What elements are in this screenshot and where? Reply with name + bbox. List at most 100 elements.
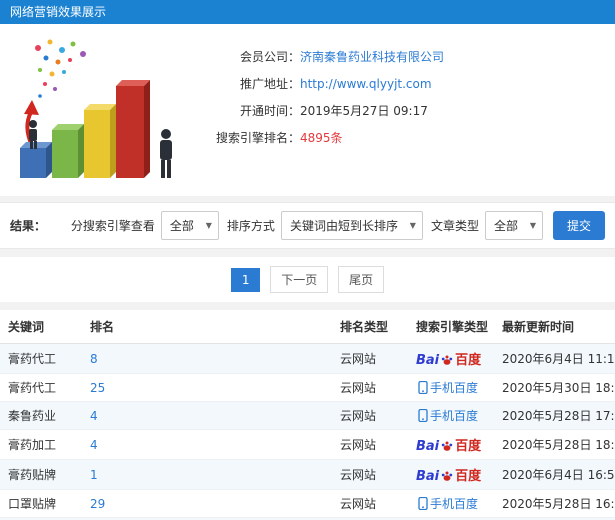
engine-filter-select[interactable]: 全部 ▼ <box>160 211 219 240</box>
businessman-figure <box>29 120 37 149</box>
table-row: 膏药代工 25 云网站 手机百度 2020年5月30日 18:06 <box>0 373 615 402</box>
submit-button[interactable]: 提交 <box>552 211 605 240</box>
baidu-logo-text: Bai <box>416 353 440 368</box>
info-row-rank-count: 搜索引擎排名： 4895条 <box>188 125 444 152</box>
engine-cell: Bai 百度 <box>408 429 494 460</box>
thinking-man-figure <box>160 129 172 178</box>
keyword-cell: 秦鲁药业 <box>0 401 82 430</box>
next-page-button[interactable]: 下一页 <box>270 266 329 293</box>
rank-cell: 4 <box>82 401 332 430</box>
promo-url-label: 推广地址： <box>239 77 300 91</box>
promo-url-link[interactable]: http://www.qlyyjt.com <box>300 71 432 98</box>
header-engine-type: 搜索引擎类型 <box>408 310 494 344</box>
article-type-select[interactable]: 全部 ▼ <box>484 211 543 240</box>
engine-filter-value: 全部 <box>169 219 194 233</box>
update-time-cell: 2020年6月4日 16:55 <box>494 459 615 490</box>
article-type-value: 全部 <box>493 219 518 233</box>
header-rank-type: 排名类型 <box>332 310 408 344</box>
table-row: 膏药加工 4 云网站 Bai 百度 2020年5月28日 18:03 <box>0 429 615 460</box>
update-time-cell: 2020年5月28日 17:02 <box>494 401 615 430</box>
info-row-company: 会员公司： 济南秦鲁药业科技有限公司 <box>188 44 444 71</box>
rank-count-value: 4895条 <box>300 131 343 145</box>
rank-link[interactable]: 25 <box>90 381 105 395</box>
engine-filter-label: 分搜索引擎查看 <box>70 219 155 233</box>
company-label: 会员公司： <box>239 50 300 64</box>
update-time-cell: 2020年5月30日 18:06 <box>494 373 615 402</box>
rank-type-cell: 云网站 <box>332 373 408 402</box>
update-time-cell: 2020年5月28日 18:03 <box>494 429 615 460</box>
baidu-paw-icon <box>441 355 453 365</box>
header-keyword: 关键词 <box>0 310 82 344</box>
rank-type-cell: 云网站 <box>332 343 408 374</box>
update-time-cell: 2020年5月28日 16:55 <box>494 489 615 518</box>
marketing-chart-illustration <box>10 34 188 184</box>
engine-cell: 手机百度 <box>408 373 494 402</box>
engine-cell: Bai 百度 <box>408 343 494 374</box>
chevron-down-icon: ▼ <box>409 220 416 230</box>
table-row: 口罩贴牌 29 云网站 手机百度 2020年5月28日 16:55 <box>0 489 615 518</box>
mobile-baidu-text: 手机百度 <box>430 381 479 395</box>
engine-cell: Bai 百度 <box>408 459 494 490</box>
page-title: 网络营销效果展示 <box>0 0 615 24</box>
result-label: 结果： <box>10 219 47 233</box>
pagination: 1 下一页 尾页 <box>0 257 615 302</box>
rank-cell: 1 <box>82 459 332 490</box>
rank-cell: 29 <box>82 489 332 518</box>
update-time-cell: 2020年6月4日 11:15 <box>494 343 615 374</box>
baidu-logo-cn: 百度 <box>455 469 482 484</box>
last-page-button[interactable]: 尾页 <box>338 266 385 293</box>
company-info: 会员公司： 济南秦鲁药业科技有限公司 推广地址： http://www.qlyy… <box>188 34 444 184</box>
table-row: 膏药代工 8 云网站 Bai 百度 2020年6月4日 11:15 <box>0 343 615 374</box>
results-table-wrap: 关键词 排名 排名类型 搜索引擎类型 最新更新时间 膏药代工 8 云网站 Bai 百度 2… <box>0 310 615 520</box>
mobile-baidu-text: 手机百度 <box>430 497 479 511</box>
rank-cell: 25 <box>82 373 332 402</box>
page-number-current[interactable]: 1 <box>230 268 261 292</box>
info-row-open-time: 开通时间： 2019年5月27日 09:17 <box>188 98 444 125</box>
engine-cell: 手机百度 <box>408 489 494 518</box>
results-table-body: 膏药代工 8 云网站 Bai 百度 2020年6月4日 11:15 膏药代工 25 云网站 手机百… <box>0 343 615 520</box>
keyword-cell: 口罩贴牌 <box>0 489 82 518</box>
sort-filter-select[interactable]: 关键词由短到长排序 ▼ <box>280 211 423 240</box>
rank-link[interactable]: 8 <box>90 352 98 366</box>
baidu-logo: Bai 百度 <box>416 469 482 484</box>
mobile-baidu-label: 手机百度 <box>416 380 479 395</box>
engine-cell: 手机百度 <box>408 401 494 430</box>
table-row: 秦鲁药业 4 云网站 手机百度 2020年5月28日 17:02 <box>0 401 615 430</box>
baidu-paw-icon <box>441 441 453 451</box>
table-row: 膏药贴牌 1 云网站 Bai 百度 2020年6月4日 16:55 <box>0 459 615 490</box>
rank-cell: 4 <box>82 429 332 460</box>
baidu-logo-cn: 百度 <box>455 353 482 368</box>
results-table: 关键词 排名 排名类型 搜索引擎类型 最新更新时间 膏药代工 8 云网站 Bai 百度 2… <box>0 310 615 520</box>
rank-type-cell: 云网站 <box>332 401 408 430</box>
mobile-baidu-icon <box>418 496 428 511</box>
mobile-baidu-icon <box>418 380 428 395</box>
rank-type-cell: 云网站 <box>332 459 408 490</box>
filter-bar: 结果： 分搜索引擎查看 全部 ▼ 排序方式 关键词由短到长排序 ▼ 文章类型 全… <box>0 202 615 249</box>
mobile-baidu-label: 手机百度 <box>416 408 478 423</box>
rank-type-cell: 云网站 <box>332 429 408 460</box>
rank-link[interactable]: 4 <box>90 409 98 423</box>
baidu-logo-text: Bai <box>416 439 440 454</box>
baidu-logo-text: Bai <box>416 469 440 484</box>
rank-link[interactable]: 4 <box>90 438 98 452</box>
keyword-cell: 膏药贴牌 <box>0 459 82 490</box>
rank-count-label: 搜索引擎排名： <box>215 131 300 145</box>
header-rank: 排名 <box>82 310 332 344</box>
baidu-logo-cn: 百度 <box>455 439 482 454</box>
keyword-cell: 膏药代工 <box>0 343 82 374</box>
rank-link[interactable]: 29 <box>90 497 105 511</box>
mobile-baidu-label: 手机百度 <box>416 496 479 511</box>
bar-chart-graphic <box>20 39 172 178</box>
info-row-url: 推广地址： http://www.qlyyjt.com <box>188 71 444 98</box>
rank-type-cell: 云网站 <box>332 489 408 518</box>
company-summary-panel: 会员公司： 济南秦鲁药业科技有限公司 推广地址： http://www.qlyy… <box>0 24 615 196</box>
header-update-time: 最新更新时间 <box>494 310 615 344</box>
mobile-baidu-icon <box>418 408 428 423</box>
company-name-link[interactable]: 济南秦鲁药业科技有限公司 <box>300 44 444 71</box>
chevron-down-icon: ▼ <box>205 220 212 230</box>
keyword-cell: 膏药加工 <box>0 429 82 460</box>
keyword-cell: 膏药代工 <box>0 373 82 402</box>
open-time-label: 开通时间： <box>239 104 300 118</box>
rank-link[interactable]: 1 <box>90 468 98 482</box>
sort-filter-label: 排序方式 <box>226 219 275 233</box>
